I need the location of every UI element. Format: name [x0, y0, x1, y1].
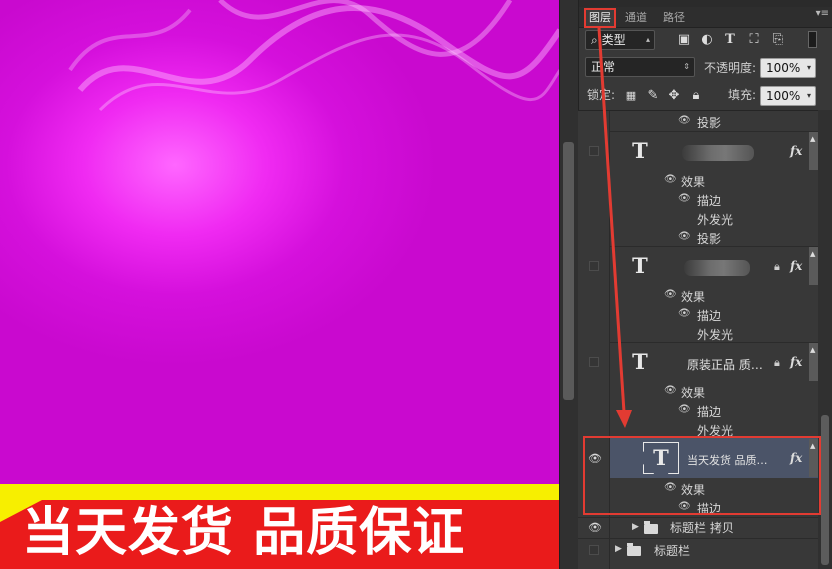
blurred-layer-name	[682, 145, 754, 161]
effect-visibility-eye-icon[interactable]: 👁︎	[664, 289, 677, 300]
layer-row[interactable]: T fx ▲	[610, 131, 818, 170]
lock-label: 锁定:	[587, 88, 616, 102]
layer-filter-dropdown[interactable]: ⌕ 类型 ▴	[585, 30, 655, 50]
effects-label: 效果	[681, 175, 706, 189]
filter-toggle-icon[interactable]	[808, 31, 817, 48]
lock-transparent-pixels-icon[interactable]: ▦	[624, 89, 638, 103]
lock-all-icon[interactable]: 🔒︎	[689, 89, 703, 103]
effects-label: 效果	[681, 290, 706, 304]
fill-label: 填充:	[728, 88, 757, 102]
opacity-field[interactable]: 100% ▾	[760, 58, 816, 78]
chevron-down-icon: ▾	[806, 63, 811, 72]
layer-list-scroll-thumb[interactable]	[821, 415, 829, 565]
visibility-toggle[interactable]	[589, 357, 599, 367]
group-name: 标题栏	[654, 544, 691, 558]
panel-menu-icon[interactable]: ▾≡	[816, 8, 829, 19]
blend-mode-dropdown[interactable]: 正常 ⇕	[585, 57, 695, 77]
canvas-scroll-thumb[interactable]	[563, 142, 574, 400]
layer-name: 原装正品 质…	[687, 358, 763, 372]
layer-effects-icon[interactable]: fx	[790, 144, 802, 158]
row-scroll-handle[interactable]: ▲	[809, 247, 818, 285]
adjustment-filter-icon[interactable]: ◐	[700, 33, 714, 47]
text-filter-icon[interactable]: T	[723, 33, 737, 47]
lock-icon: 🔒︎	[774, 260, 780, 273]
banner-text: 当天发货 品质保证	[22, 503, 466, 563]
effect-stroke: 描边	[697, 309, 722, 323]
folder-icon	[627, 543, 641, 556]
row-scroll-handle[interactable]: ▲	[809, 132, 818, 170]
visibility-toggle[interactable]	[589, 261, 599, 271]
shape-filter-icon[interactable]: ⛶	[747, 33, 761, 47]
fill-field[interactable]: 100% ▾	[760, 86, 816, 106]
collapsed-tabs-strip	[579, 0, 832, 7]
effect-stroke: 描边	[697, 405, 722, 419]
effect-visibility-eye-icon[interactable]: 👁︎	[678, 231, 691, 242]
updown-arrow-icon: ▴	[645, 35, 650, 44]
smart-object-filter-icon[interactable]: ⎘	[771, 33, 785, 47]
effect-visibility-eye-icon[interactable]: 👁︎	[678, 115, 691, 126]
effect-visibility-eye-icon[interactable]: 👁︎	[664, 174, 677, 185]
row-divider	[578, 538, 818, 539]
panel-tabs: 图层 通道 路径 ▾≡	[579, 7, 832, 28]
lock-position-icon[interactable]: ✥	[667, 89, 681, 103]
effect-stroke: 描边	[697, 194, 722, 208]
opacity-label: 不透明度:	[704, 61, 757, 75]
text-layer-thumbnail: T	[632, 138, 648, 163]
layer-row[interactable]: T 原装正品 质… 🔒︎ fx ▲	[610, 342, 818, 381]
visibility-toggle[interactable]	[589, 146, 599, 156]
effects-label: 效果	[681, 386, 706, 400]
effect-visibility-eye-icon[interactable]: 👁︎	[678, 404, 691, 415]
folder-icon	[644, 521, 658, 534]
visibility-toggle[interactable]	[589, 545, 599, 555]
blurred-layer-name	[684, 260, 750, 276]
expand-triangle-icon[interactable]: ▶	[615, 544, 622, 554]
tab-channels[interactable]: 通道	[621, 9, 651, 27]
selected-layer-highlight	[583, 436, 821, 515]
effect-visibility-eye-icon[interactable]: 👁︎	[664, 385, 677, 396]
layer-effects-icon[interactable]: fx	[790, 355, 802, 369]
effect-visibility-eye-icon[interactable]: 👁︎	[678, 308, 691, 319]
search-icon: ⌕	[591, 33, 598, 47]
row-scroll-handle[interactable]: ▲	[809, 343, 818, 381]
effect-drop-shadow: 投影	[697, 232, 722, 246]
lock-icon: 🔒︎	[774, 356, 780, 369]
text-layer-thumbnail: T	[632, 253, 648, 278]
effect-drop-shadow: 投影	[697, 116, 722, 130]
image-filter-icon[interactable]: ▣	[677, 33, 691, 47]
layer-effects-icon[interactable]: fx	[790, 259, 802, 273]
row-divider	[578, 517, 818, 518]
effect-outer-glow: 外发光	[697, 328, 734, 342]
effect-visibility-eye-icon[interactable]: 👁︎	[678, 193, 691, 204]
smoke-texture	[68, 0, 559, 112]
effect-outer-glow: 外发光	[697, 213, 734, 227]
tab-paths[interactable]: 路径	[659, 9, 689, 27]
layer-row[interactable]: T 🔒︎ fx ▲	[610, 246, 818, 285]
tab-layers[interactable]: 图层	[584, 8, 616, 28]
group-name: 标题栏 拷贝	[670, 521, 734, 535]
visibility-eye-icon[interactable]: 👁︎	[588, 521, 602, 534]
document-canvas[interactable]: 当天发货 品质保证	[0, 0, 559, 569]
expand-triangle-icon[interactable]: ▶	[632, 522, 639, 532]
lock-image-pixels-icon[interactable]: ✎	[646, 89, 660, 103]
chevron-down-icon: ▾	[806, 91, 811, 100]
text-layer-thumbnail: T	[632, 349, 648, 374]
updown-arrow-icon: ⇕	[683, 62, 690, 71]
